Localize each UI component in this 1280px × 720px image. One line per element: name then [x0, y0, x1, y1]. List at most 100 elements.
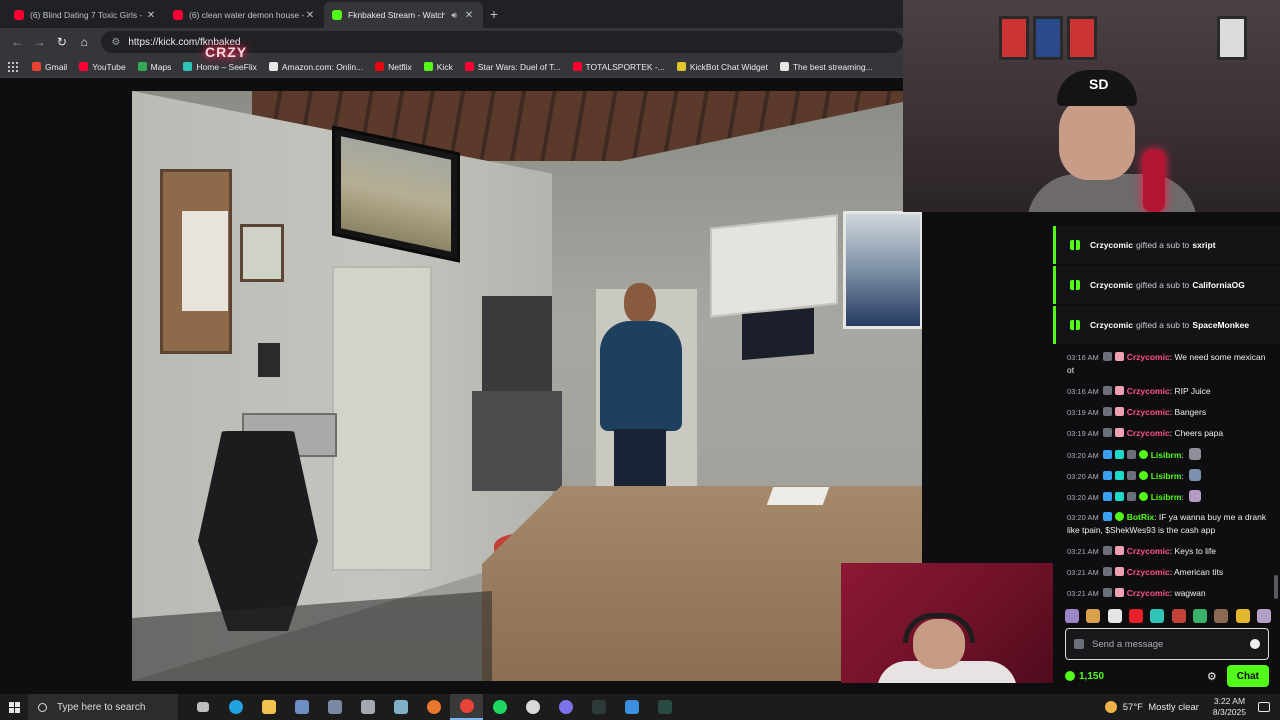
- browser-tab-3[interactable]: Fknbaked Stream - Watch L 🔊︎ ✕: [324, 2, 483, 28]
- weather-temp: 57°F: [1122, 701, 1143, 713]
- chat-username[interactable]: Crzycomic: [1127, 428, 1170, 438]
- wall-frame: [999, 16, 1029, 60]
- search-placeholder: Type here to search: [57, 701, 146, 713]
- chat-username[interactable]: Lisibrm: [1151, 492, 1182, 502]
- app-icon[interactable]: [384, 694, 417, 720]
- message-text: Cheers papa: [1174, 428, 1224, 438]
- gifter-username[interactable]: Crzycomic: [1090, 240, 1133, 250]
- tab-title: (6) clean water demon house -: [189, 10, 304, 20]
- bookmark-netflix[interactable]: Netflix: [375, 62, 412, 72]
- site-info-icon[interactable]: ⚙︎: [111, 37, 120, 48]
- apps-grid-icon[interactable]: [8, 61, 18, 72]
- file-explorer-icon[interactable]: [252, 694, 285, 720]
- chat-username[interactable]: Crzycomic: [1127, 407, 1170, 417]
- close-icon[interactable]: ✕: [145, 10, 157, 21]
- emote-icon[interactable]: [1086, 609, 1101, 623]
- bookmark-amazon[interactable]: Amazon.com: Onlin...: [268, 62, 363, 72]
- bookmark-star-wars[interactable]: Star Wars: Duel of T...: [464, 62, 561, 72]
- obs-icon[interactable]: [516, 694, 549, 720]
- bookmark-youtube[interactable]: YouTube: [79, 62, 126, 72]
- bookmark-kickbot[interactable]: KickBot Chat Widget: [676, 62, 768, 72]
- bookmark-totalsportek[interactable]: TOTALSPORTEK -...: [572, 62, 665, 72]
- bookmark-streaming[interactable]: The best streaming...: [779, 62, 873, 72]
- clock[interactable]: 3:22 AM 8/3/2025: [1213, 696, 1246, 718]
- close-icon[interactable]: ✕: [304, 10, 316, 21]
- emote-icon[interactable]: [1065, 609, 1079, 623]
- notifications-icon[interactable]: [1258, 702, 1270, 712]
- heart-emote-icon[interactable]: [1128, 609, 1143, 623]
- chat-username[interactable]: Crzycomic: [1127, 546, 1170, 556]
- task-view-icon[interactable]: [186, 694, 219, 720]
- chat-message-input[interactable]: [1092, 638, 1250, 650]
- back-arrow-icon[interactable]: ←: [6, 35, 28, 49]
- timestamp: 03:19 AM: [1067, 408, 1099, 417]
- app-icon[interactable]: [582, 694, 615, 720]
- windows-icon: [8, 701, 20, 713]
- emote-icon[interactable]: [1171, 609, 1186, 623]
- recipient-username[interactable]: CaliforniaOG: [1192, 280, 1244, 290]
- gift-icon: [1070, 240, 1080, 250]
- chat-username[interactable]: Lisibrm: [1151, 450, 1182, 460]
- home-icon[interactable]: ⌂: [73, 35, 95, 49]
- emote-icon[interactable]: [1150, 609, 1165, 623]
- emote-icon[interactable]: [1214, 609, 1229, 623]
- edge-icon[interactable]: [219, 694, 252, 720]
- chat-message: 03:16 AM Crzycomic: We need some mexican …: [1067, 352, 1266, 375]
- chat-username[interactable]: Crzycomic: [1127, 588, 1170, 598]
- bookmark-kick[interactable]: Kick: [423, 62, 453, 72]
- close-icon[interactable]: ✕: [463, 10, 475, 21]
- chat-send-button[interactable]: Chat: [1226, 665, 1269, 687]
- chat-scrollbar[interactable]: [1274, 575, 1278, 599]
- app-icon[interactable]: [648, 694, 681, 720]
- emote-icon[interactable]: [1192, 609, 1207, 623]
- netflix-icon: [375, 62, 385, 71]
- channel-points[interactable]: 1,150: [1065, 671, 1104, 682]
- discord-icon[interactable]: [549, 694, 582, 720]
- chat-username[interactable]: Crzycomic: [1127, 386, 1170, 396]
- gifter-username[interactable]: Crzycomic: [1090, 280, 1133, 290]
- app-icon[interactable]: [351, 694, 384, 720]
- chrome-icon[interactable]: [450, 694, 483, 720]
- video-player[interactable]: [132, 91, 922, 681]
- gear-icon[interactable]: ⚙︎: [1207, 670, 1217, 683]
- browser-tab-2[interactable]: (6) clean water demon house - ✕: [165, 2, 324, 28]
- app-icon[interactable]: [615, 694, 648, 720]
- emote-icon[interactable]: [1256, 609, 1271, 623]
- forward-arrow-icon[interactable]: →: [28, 35, 50, 49]
- chat-username[interactable]: Crzycomic: [1127, 352, 1170, 362]
- chat-message: 03:19 AM Crzycomic: Cheers papa: [1067, 428, 1224, 438]
- browser-tab-1[interactable]: (6) Blind Dating 7 Toxic Girls - Y ✕: [6, 2, 165, 28]
- firefox-icon[interactable]: [417, 694, 450, 720]
- bookmark-maps[interactable]: Maps: [137, 62, 171, 72]
- chat-username[interactable]: BotRix: [1127, 512, 1154, 522]
- taskbar-search[interactable]: Type here to search: [28, 694, 178, 720]
- badge-picker-icon[interactable]: [1074, 639, 1084, 649]
- speaker-icon[interactable]: 🔊︎: [451, 10, 457, 21]
- emote-picker-icon[interactable]: [1250, 639, 1260, 649]
- recipient-username[interactable]: SpaceMonkee: [1192, 320, 1249, 330]
- wall-frame: [1033, 16, 1063, 60]
- youtube-icon: [464, 62, 474, 71]
- calculator-icon[interactable]: [318, 694, 351, 720]
- kickbot-icon: [676, 62, 686, 71]
- chat-username[interactable]: Crzycomic: [1127, 567, 1170, 577]
- bookmark-gmail[interactable]: Gmail: [32, 62, 67, 72]
- app-icon[interactable]: [285, 694, 318, 720]
- weather-widget[interactable]: 57°F Mostly clear: [1104, 701, 1199, 713]
- gifter-username[interactable]: Crzycomic: [1090, 320, 1133, 330]
- maps-icon: [137, 62, 147, 71]
- new-tab-button[interactable]: +: [483, 2, 505, 28]
- bookmark-seeflix[interactable]: Home – SeeFlix: [183, 62, 257, 72]
- emote-icon[interactable]: [1107, 609, 1122, 623]
- video-scene-picture-frame: [240, 224, 284, 282]
- chat-username[interactable]: Lisibrm: [1151, 471, 1182, 481]
- message-text: Keys to life: [1174, 546, 1217, 556]
- emote-icon[interactable]: [1235, 609, 1250, 623]
- wall-frame: [1217, 16, 1247, 60]
- moon-icon: [1104, 701, 1117, 713]
- chat-input-box[interactable]: [1065, 628, 1269, 660]
- reload-icon[interactable]: ↻: [51, 35, 73, 49]
- spotify-icon[interactable]: [483, 694, 516, 720]
- start-button[interactable]: [0, 701, 28, 713]
- recipient-username[interactable]: sxript: [1192, 240, 1215, 250]
